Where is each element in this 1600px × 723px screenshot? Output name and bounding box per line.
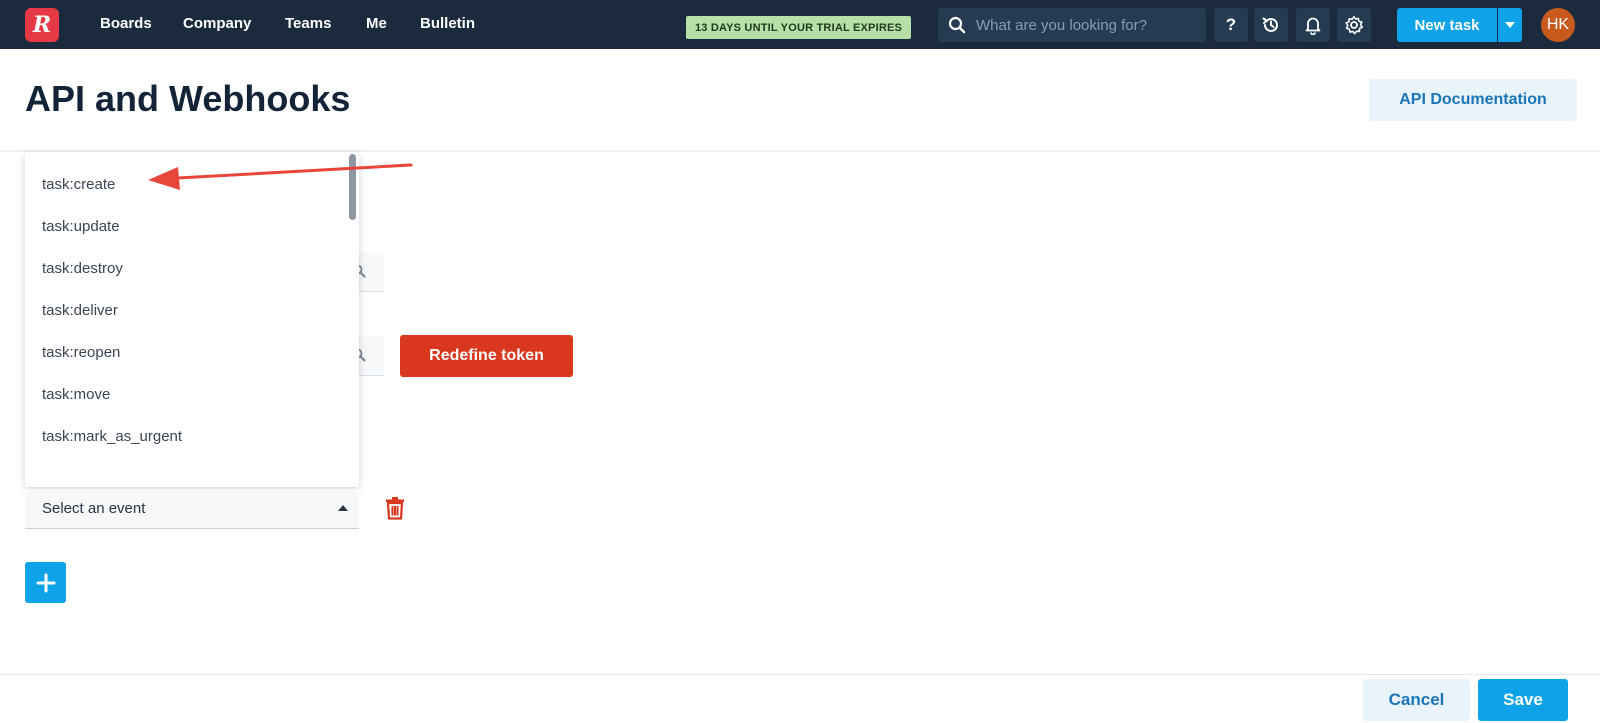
help-icon: ? [1225,15,1237,34]
search-box[interactable] [938,8,1206,42]
dropdown-option[interactable]: task:destroy [42,260,123,277]
dropdown-option[interactable]: task:deliver [42,302,118,319]
help-button[interactable]: ? [1214,8,1248,42]
user-avatar[interactable]: HK [1541,8,1575,42]
api-documentation-button[interactable]: API Documentation [1369,79,1577,121]
event-select-label: Select an event [42,500,146,517]
new-task-menu-button[interactable] [1498,8,1522,42]
search-input[interactable] [976,16,1196,34]
caret-down-icon [1505,22,1515,28]
dropdown-scrollbar[interactable] [349,154,356,220]
redefine-token-button[interactable]: Redefine token [400,335,573,377]
event-dropdown-menu: task:create task:update task:destroy tas… [25,152,359,487]
app-logo[interactable]: R [25,8,59,42]
nav-company[interactable]: Company [183,15,251,32]
new-task-button[interactable]: New task [1397,8,1497,42]
nav-teams[interactable]: Teams [285,15,331,32]
dropdown-option[interactable]: task:create [42,176,115,193]
nav-me[interactable]: Me [366,15,387,32]
caret-up-icon [338,505,348,511]
trash-icon[interactable] [384,496,406,520]
history-icon [1262,17,1278,32]
search-icon [948,16,966,34]
event-select[interactable]: Select an event [25,489,359,529]
nav-boards[interactable]: Boards [100,15,152,32]
trial-badge[interactable]: 13 DAYS UNTIL YOUR TRIAL EXPIRES [686,16,911,39]
notifications-button[interactable] [1296,8,1330,42]
dropdown-option[interactable]: task:mark_as_urgent [42,428,182,445]
add-event-button[interactable] [25,562,66,603]
cancel-button[interactable]: Cancel [1363,679,1470,721]
settings-button[interactable] [1337,8,1371,42]
gear-icon [1345,16,1363,35]
dropdown-option[interactable]: task:update [42,218,120,235]
bell-icon [1305,17,1321,35]
dropdown-option[interactable]: task:reopen [42,344,120,361]
history-button[interactable] [1254,8,1288,42]
save-button[interactable]: Save [1478,679,1568,721]
footer-divider [0,674,1600,675]
top-nav: R Boards Company Teams Me Bulletin 13 DA… [0,0,1600,49]
nav-bulletin[interactable]: Bulletin [420,15,475,32]
page-title: API and Webhooks [25,78,351,119]
plus-icon [36,573,55,592]
dropdown-option[interactable]: task:move [42,386,110,403]
